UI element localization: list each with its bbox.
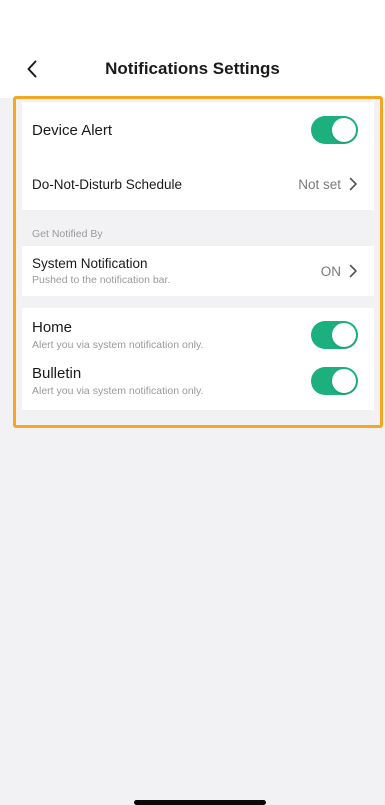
toggle-knob: [332, 369, 356, 393]
home-sublabel: Alert you via system notification only.: [32, 339, 204, 351]
system-notification-value-wrap: ON: [321, 264, 358, 279]
chevron-left-icon: [27, 60, 37, 78]
bulletin-label: Bulletin: [32, 365, 82, 382]
home-text: Home Alert you via system notification o…: [32, 319, 203, 351]
dnd-schedule-value: Not set: [298, 176, 341, 192]
device-alert-label: Device Alert: [32, 121, 113, 139]
device-alert-row: Device Alert: [32, 102, 358, 158]
system-notification-row[interactable]: System Notification Pushed to the notifi…: [32, 246, 358, 296]
home-toggle[interactable]: [311, 321, 358, 349]
system-notification-value: ON: [320, 263, 341, 279]
home-label: Home: [32, 319, 73, 336]
system-notification-label: System Notification: [32, 256, 148, 271]
bulletin-row: Bulletin Alert you via system notificati…: [32, 358, 358, 404]
home-indicator: [134, 800, 266, 805]
channels-group: Home Alert you via system notification o…: [22, 308, 374, 410]
status-bar: [0, 0, 385, 40]
home-row: Home Alert you via system notification o…: [32, 312, 358, 358]
page-title: Notifications Settings: [105, 59, 280, 78]
bulletin-sublabel: Alert you via system notification only.: [32, 385, 204, 397]
toggle-knob: [332, 323, 356, 347]
system-notification-text: System Notification Pushed to the notifi…: [32, 256, 170, 286]
notified-by-group: System Notification Pushed to the notifi…: [22, 246, 374, 296]
system-notification-sublabel: Pushed to the notification bar.: [32, 274, 171, 286]
navigation-bar: Notifications Settings: [0, 40, 385, 98]
chevron-right-icon: [349, 264, 357, 278]
toggle-knob: [332, 118, 356, 142]
section-label-get-notified-by: Get Notified By: [32, 228, 103, 240]
settings-highlight-frame: Device Alert Do-Not-Disturb Schedule Not…: [13, 96, 383, 428]
dnd-schedule-value-wrap: Not set: [298, 177, 358, 192]
alert-group: Device Alert Do-Not-Disturb Schedule Not…: [22, 102, 374, 210]
bulletin-text: Bulletin Alert you via system notificati…: [32, 365, 203, 397]
bulletin-toggle[interactable]: [311, 367, 358, 395]
dnd-schedule-label: Do-Not-Disturb Schedule: [32, 176, 183, 192]
device-alert-toggle[interactable]: [311, 116, 358, 144]
chevron-right-icon: [349, 177, 357, 191]
back-button[interactable]: [18, 55, 46, 83]
dnd-schedule-row[interactable]: Do-Not-Disturb Schedule Not set: [32, 158, 358, 210]
